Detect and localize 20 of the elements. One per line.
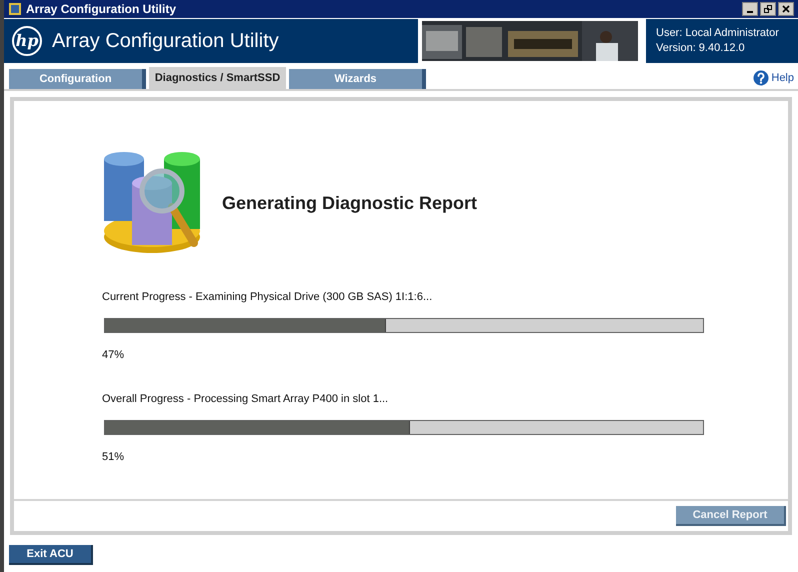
progress-percent: 47%	[102, 348, 126, 362]
app-icon	[8, 2, 22, 16]
help-icon	[753, 70, 770, 86]
hp-logo: hp	[12, 26, 42, 56]
tab[interactable]: Diagnostics / SmartSSD	[149, 67, 286, 89]
version-label: Version: 9.40.12.0	[656, 41, 746, 56]
close-button[interactable]	[778, 2, 794, 16]
app-title: Array Configuration Utility	[52, 29, 279, 54]
progress-label: Current Progress - Examining Physical Drive (300 GB SAS) 1I:1:6...	[102, 290, 434, 305]
user-label: User: Local Administrator	[656, 26, 780, 41]
report-heading: Generating Diagnostic Report	[222, 192, 478, 215]
window-title: Array Configuration Utility	[26, 1, 176, 18]
restore-button[interactable]	[760, 2, 776, 16]
restore-icon	[764, 5, 772, 13]
progress-label: Overall Progress - Processing Smart Array P400 in slot 1...	[102, 392, 390, 407]
help-link[interactable]: Help	[771, 70, 794, 86]
minimize-button[interactable]	[742, 2, 758, 16]
exit-button[interactable]: Exit ACU	[9, 545, 93, 566]
close-icon	[782, 5, 790, 13]
progress-percent: 51%	[102, 450, 126, 464]
